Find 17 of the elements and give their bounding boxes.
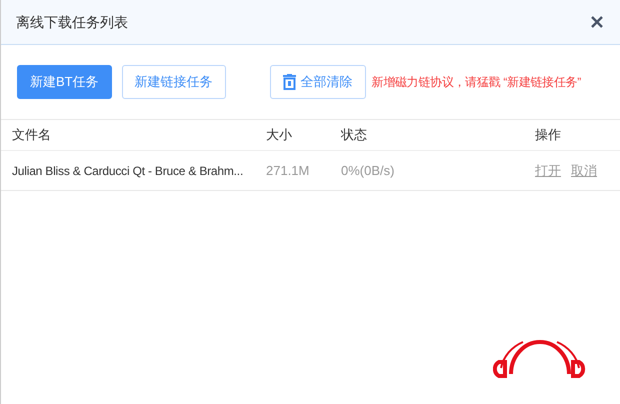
task-status: 0%(0B/s) <box>341 162 396 180</box>
column-header: 文件名 <box>11 126 52 144</box>
column-header: 大小 <box>266 126 293 144</box>
file-name: Julian Bliss & Carducci Qt - Bruce & Brahm... <box>11 162 244 180</box>
column-header: 状态 <box>341 126 368 144</box>
close-icon <box>591 16 603 28</box>
window-title: 离线下载任务列表 <box>16 12 128 32</box>
close-button[interactable] <box>589 14 605 30</box>
trash-icon <box>282 74 296 90</box>
clear-all-button[interactable]: 全部清除 <box>270 64 366 98</box>
notice-text: 新增磁力链协议，请猛戳 “新建链接任务” <box>372 74 581 90</box>
file-size: 271.1M <box>266 162 310 180</box>
column-header: 操作 <box>535 126 561 144</box>
new-task-button[interactable]: 新建BT任务 <box>17 64 112 98</box>
action-link[interactable]: 打开 <box>535 160 561 180</box>
new-task-button[interactable]: 新建链接任务 <box>122 64 226 98</box>
action-link[interactable]: 取消 <box>571 160 597 180</box>
